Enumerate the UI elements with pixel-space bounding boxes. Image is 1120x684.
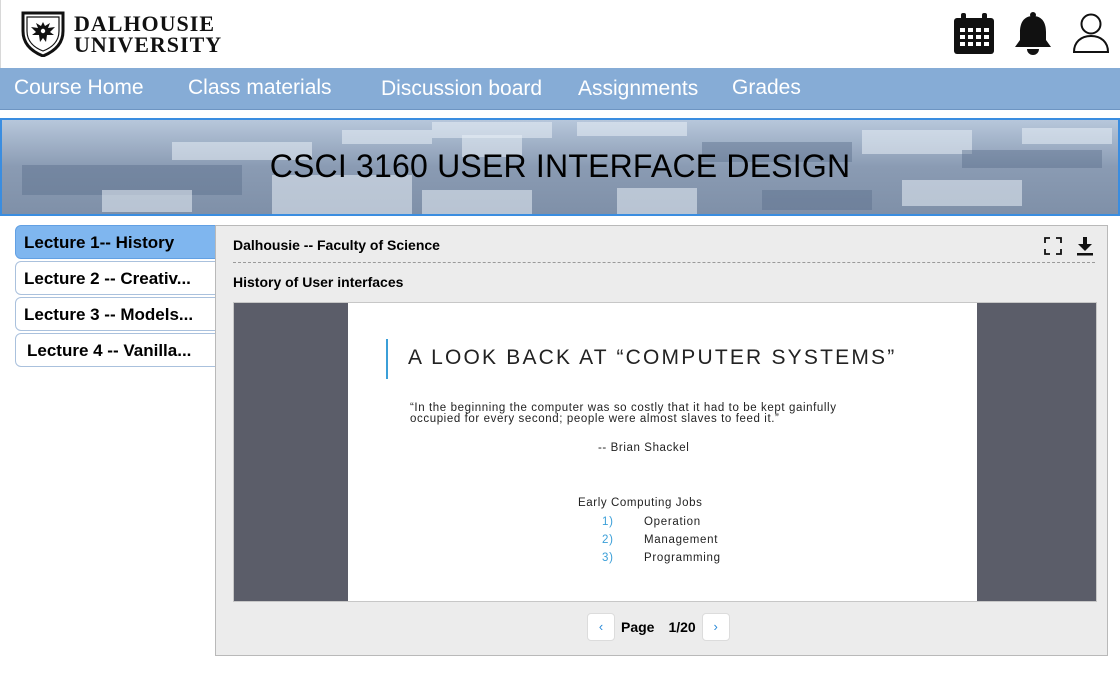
tab-lecture-1[interactable]: Lecture 1-- History xyxy=(15,225,216,259)
logo-line-1: DALHOUSIE xyxy=(74,11,216,36)
shield-logo-icon xyxy=(21,11,65,57)
document-viewer-panel: Dalhousie -- Faculty of Science History … xyxy=(215,225,1108,656)
slide-quote: “In the beginning the computer was so co… xyxy=(410,402,837,425)
tab-lecture-2[interactable]: Lecture 2 -- Creativ... xyxy=(15,261,216,295)
slide-job-item: 1) Operation xyxy=(602,516,701,528)
prev-page-button[interactable]: ‹ xyxy=(587,613,615,641)
tab-lecture-4[interactable]: Lecture 4 -- Vanilla... xyxy=(15,333,216,367)
slide-heading: A LOOK BACK AT “COMPUTER SYSTEMS” xyxy=(408,346,897,369)
slide-viewer[interactable]: A LOOK BACK AT “COMPUTER SYSTEMS” “In th… xyxy=(233,302,1097,602)
nav-grades[interactable]: Grades xyxy=(732,76,801,100)
course-title: CSCI 3160 USER INTERFACE DESIGN xyxy=(269,148,851,184)
dalhousie-logo[interactable]: DALHOUSIE UNIVERSITY xyxy=(19,11,222,57)
slide-page: A LOOK BACK AT “COMPUTER SYSTEMS” “In th… xyxy=(348,303,977,601)
pagination: ‹ Page 1/20 › xyxy=(587,612,730,642)
bell-icon[interactable] xyxy=(1010,10,1056,56)
page-count: 1/20 xyxy=(668,619,696,635)
fullscreen-icon[interactable] xyxy=(1042,235,1064,257)
page-label: Page xyxy=(621,619,655,635)
logo-line-2: UNIVERSITY xyxy=(74,32,223,57)
next-page-button[interactable]: › xyxy=(701,613,730,641)
slide-quote-author: -- Brian Shackel xyxy=(598,442,690,454)
slide-job-item: 3) Programming xyxy=(602,552,721,564)
nav-class-materials[interactable]: Class materials xyxy=(188,76,332,100)
slide-accent-bar xyxy=(386,339,388,379)
user-icon[interactable] xyxy=(1072,12,1110,54)
slide-jobs-heading: Early Computing Jobs xyxy=(578,497,703,509)
course-banner: CSCI 3160 USER INTERFACE DESIGN xyxy=(0,118,1120,216)
top-header: DALHOUSIE UNIVERSITY xyxy=(0,0,1120,68)
download-icon[interactable] xyxy=(1074,235,1096,257)
viewer-title: Dalhousie -- Faculty of Science xyxy=(233,237,440,253)
nav-course-home[interactable]: Course Home xyxy=(14,76,144,100)
main-nav: Course Home Class materials Discussion b… xyxy=(0,68,1120,110)
viewer-subtitle: History of User interfaces xyxy=(233,274,404,290)
slide-job-item: 2) Management xyxy=(602,534,719,546)
nav-assignments[interactable]: Assignments xyxy=(578,77,698,101)
tab-lecture-3[interactable]: Lecture 3 -- Models... xyxy=(15,297,216,331)
calendar-icon[interactable] xyxy=(952,12,996,56)
divider xyxy=(233,262,1095,263)
nav-discussion-board[interactable]: Discussion board xyxy=(381,77,542,101)
